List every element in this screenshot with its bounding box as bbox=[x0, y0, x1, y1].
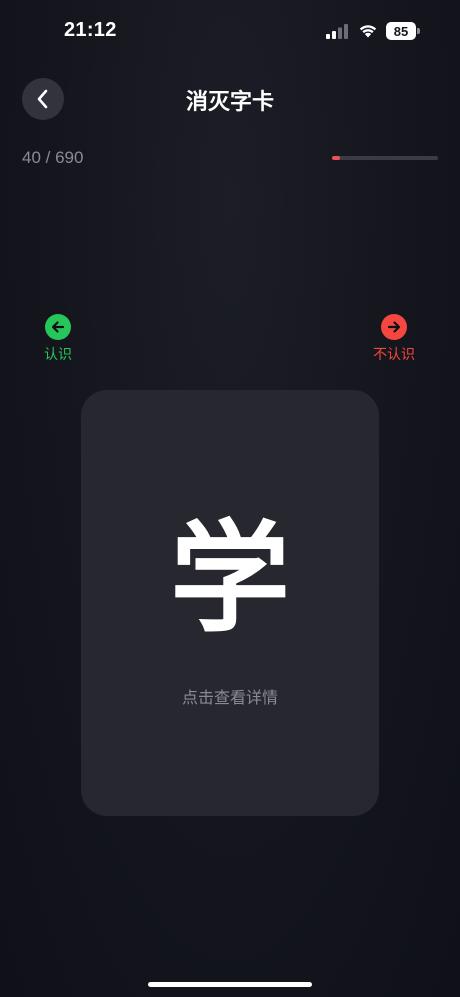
signal-icon bbox=[326, 24, 348, 39]
arrow-left-icon bbox=[45, 314, 71, 340]
page-title: 消灭字卡 bbox=[185, 90, 274, 115]
battery-icon: 85 bbox=[386, 22, 420, 40]
flashcard[interactable]: 学 点击查看详情 bbox=[81, 390, 379, 816]
status-bar: 21:12 85 bbox=[0, 0, 460, 62]
known-hint[interactable]: 认识 bbox=[28, 314, 88, 364]
wifi-icon bbox=[359, 25, 377, 38]
progress-bar bbox=[332, 156, 438, 160]
progress-count: 40 / 690 bbox=[22, 148, 84, 167]
progress-fill bbox=[332, 156, 340, 160]
known-label: 认识 bbox=[44, 347, 72, 363]
card-character: 学 bbox=[170, 510, 290, 649]
card-detail-hint: 点击查看详情 bbox=[181, 688, 278, 707]
home-indicator[interactable] bbox=[148, 982, 312, 987]
flashcard-screen: 21:12 85 消灭字卡 40 / 690 认识 不认识 学 点击查看详情 bbox=[0, 0, 460, 997]
arrow-right-icon bbox=[381, 314, 407, 340]
unknown-hint[interactable]: 不认识 bbox=[364, 314, 424, 364]
unknown-label: 不认识 bbox=[373, 347, 415, 363]
battery-level: 85 bbox=[393, 23, 409, 39]
status-time: 21:12 bbox=[64, 19, 117, 41]
